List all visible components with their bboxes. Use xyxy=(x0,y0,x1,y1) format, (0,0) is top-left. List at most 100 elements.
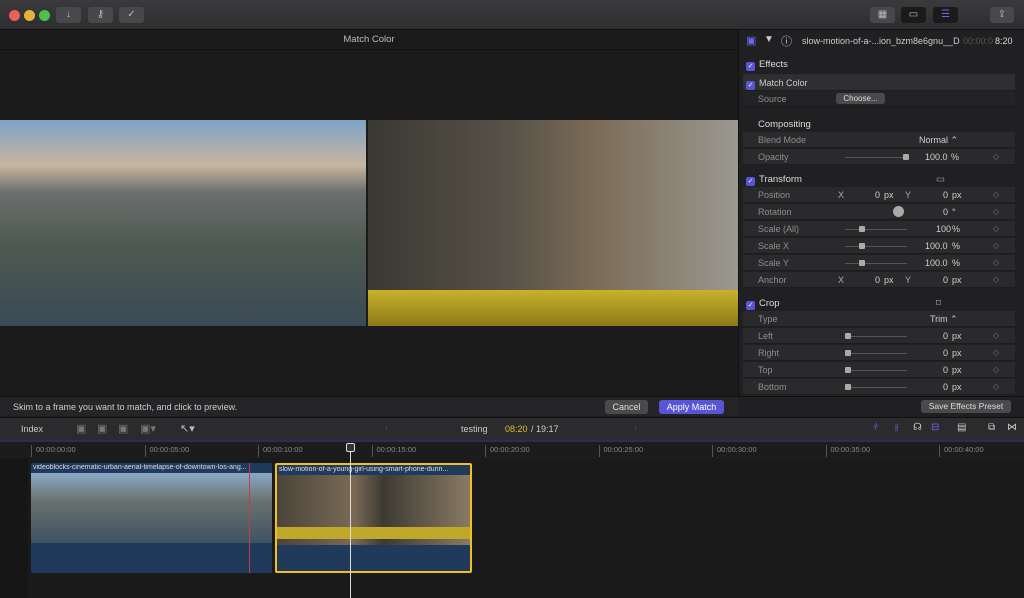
crop-onscreen-icon[interactable]: ⌑ xyxy=(936,298,941,309)
keyframe-icon[interactable]: ◇ xyxy=(993,365,999,374)
video-only-icon[interactable]: ⫩ xyxy=(873,422,879,433)
checkbox-icon[interactable]: ✓ xyxy=(746,301,755,310)
crop-left-slider[interactable] xyxy=(845,333,907,339)
transform-onscreen-icon[interactable]: ▭ xyxy=(936,174,945,185)
sliders-icon: ☰ xyxy=(941,9,950,20)
timeline-ruler[interactable]: 00:00:00:00 00:00:05:00 00:00:10:00 00:00:1… xyxy=(0,440,1024,458)
ruler-tick: 00:00:30:00 xyxy=(712,445,757,457)
color-inspector-icon[interactable]: ▼ xyxy=(764,34,774,45)
opacity-row: Opacity 100.0% ◇ xyxy=(743,149,1015,165)
keyframe-icon[interactable]: ◇ xyxy=(993,331,999,340)
zoom-window-button[interactable] xyxy=(39,10,50,21)
checkbox-icon[interactable]: ✓ xyxy=(746,177,755,186)
headphones-icon[interactable]: ☊ xyxy=(913,422,922,433)
checkmark-circle-icon: ✓ xyxy=(127,9,136,20)
apply-match-button[interactable]: Apply Match xyxy=(659,400,724,414)
keyframe-icon[interactable]: ◇ xyxy=(993,224,999,233)
connect-clip-icon[interactable]: ▣ xyxy=(76,422,86,435)
close-window-button[interactable] xyxy=(9,10,20,21)
share-button[interactable]: ⇪ xyxy=(990,7,1014,23)
insert-clip-icon[interactable]: ▣ xyxy=(97,422,107,435)
playhead[interactable] xyxy=(350,444,351,598)
keyframe-icon[interactable]: ◇ xyxy=(993,207,999,216)
crop-right-slider[interactable] xyxy=(845,350,907,356)
timeline-index-icon[interactable]: ⧉ xyxy=(988,422,995,433)
opacity-slider[interactable] xyxy=(845,154,909,160)
playhead-handle[interactable] xyxy=(346,443,355,452)
crop-top-slider[interactable] xyxy=(845,367,907,373)
keyframe-icon[interactable]: ◇ xyxy=(993,190,999,199)
scale-y-slider[interactable] xyxy=(845,260,907,266)
append-clip-icon[interactable]: ▣ xyxy=(118,422,128,435)
keyframe-icon[interactable]: ◇ xyxy=(993,258,999,267)
video-inspector-icon[interactable]: ▣ xyxy=(746,34,756,47)
match-color-effect[interactable]: ✓ Match Color xyxy=(743,74,1015,91)
audio-skimming-icon[interactable]: ⫲ xyxy=(895,422,898,433)
match-bar: Skim to a frame you want to match, and c… xyxy=(0,396,738,416)
choose-source-button[interactable]: Choose... xyxy=(836,93,885,104)
timeline-clip[interactable]: videoblocks-cinematic-urban-aerial-timel… xyxy=(31,463,272,573)
minimize-window-button[interactable] xyxy=(24,10,35,21)
rotation-dial[interactable] xyxy=(893,206,904,217)
crop-header[interactable]: ✓ Crop ⌑ xyxy=(746,298,941,310)
keywords-button[interactable]: ⚷ xyxy=(88,7,113,23)
project-duration: / 19:17 xyxy=(531,424,559,434)
effects-header[interactable]: ✓ Effects xyxy=(746,59,788,71)
skimmer-line xyxy=(249,463,250,573)
background-tasks-button[interactable]: ✓ xyxy=(119,7,144,23)
reference-frame-image[interactable] xyxy=(0,120,366,326)
position-row: Position X 0 px Y 0 px ◇ xyxy=(743,187,1015,203)
keyframe-icon[interactable]: ◇ xyxy=(993,382,999,391)
scale-all-row: Scale (All) 100% ◇ xyxy=(743,221,1015,237)
ruler-tick: 00:00:10:00 xyxy=(258,445,303,457)
crop-type-row: Type Trim ⌃ xyxy=(743,311,1015,327)
clip-thumbnail xyxy=(31,473,272,543)
info-icon[interactable]: ⓘ xyxy=(781,33,792,49)
ruler-tick: 00:00:40:00 xyxy=(939,445,984,457)
share-icon: ⇪ xyxy=(997,9,1007,20)
timeline-toolbar: Index ▣ ▣ ▣ ▣▾ ↖▾ ‹ testing 08:20 / 19:1… xyxy=(0,417,1024,440)
previous-icon[interactable]: ‹ xyxy=(385,422,388,432)
scale-y-row: Scale Y 100.0% ◇ xyxy=(743,255,1015,271)
save-effects-preset-button[interactable]: Save Effects Preset xyxy=(921,400,1011,413)
checkbox-icon[interactable]: ✓ xyxy=(746,62,755,71)
anchor-row: Anchor X 0 px Y 0 px ◇ xyxy=(743,272,1015,288)
transform-header[interactable]: ✓ Transform ▭ xyxy=(746,174,945,186)
clip-name: slow-motion-of-a-...ion_bzm8e6gnu__D xyxy=(802,36,960,46)
scale-x-slider[interactable] xyxy=(845,243,907,249)
inspector-toggle-button[interactable]: ☰ xyxy=(933,7,958,23)
scale-all-slider[interactable] xyxy=(845,226,907,232)
checkbox-icon[interactable]: ✓ xyxy=(746,81,755,90)
crop-right-row: Right 0 px ◇ xyxy=(743,345,1015,361)
grid-icon: ▦ xyxy=(877,9,888,20)
keyframe-icon[interactable]: ◇ xyxy=(993,241,999,250)
clip-appearance-icon[interactable]: ▤ xyxy=(957,422,966,433)
import-button[interactable]: ↓ xyxy=(56,7,81,23)
timeline-toggle-button[interactable]: ▭ xyxy=(901,7,926,23)
effects-browser-icon[interactable]: ⋈ xyxy=(1007,422,1017,433)
crop-top-row: Top 0 px ◇ xyxy=(743,362,1015,378)
match-hint: Skim to a frame you want to match, and c… xyxy=(13,402,238,412)
track-gutter xyxy=(0,458,28,598)
cancel-button[interactable]: Cancel xyxy=(605,400,648,414)
project-name: testing xyxy=(461,424,488,434)
timeline-clip-selected[interactable]: slow-motion-of-a-young-girl-using-smart-… xyxy=(275,463,472,573)
crop-type-select[interactable]: Trim ⌃ xyxy=(930,314,958,325)
crop-bottom-slider[interactable] xyxy=(845,384,907,390)
keyframe-icon[interactable]: ◇ xyxy=(993,348,999,357)
keyframe-icon[interactable]: ◇ xyxy=(993,275,999,284)
select-tool-icon[interactable]: ↖▾ xyxy=(180,422,195,435)
clip-thumbnail-detail xyxy=(277,527,470,539)
timeline-icon: ▭ xyxy=(908,9,919,20)
current-timecode: 08:20 xyxy=(505,424,528,434)
keyframe-icon[interactable]: ◇ xyxy=(993,152,999,161)
browser-toggle-button[interactable]: ▦ xyxy=(870,7,895,23)
overwrite-clip-icon[interactable]: ▣▾ xyxy=(140,422,156,435)
next-icon[interactable]: › xyxy=(634,422,637,432)
target-frame-image-detail xyxy=(368,290,738,326)
snapping-icon[interactable]: ⊟ xyxy=(931,422,939,433)
blend-mode-select[interactable]: Normal ⌃ xyxy=(919,135,958,146)
index-button[interactable]: Index xyxy=(21,424,43,434)
timecode: 8:20 xyxy=(995,36,1013,46)
source-row: Source Choose... xyxy=(743,91,1015,107)
